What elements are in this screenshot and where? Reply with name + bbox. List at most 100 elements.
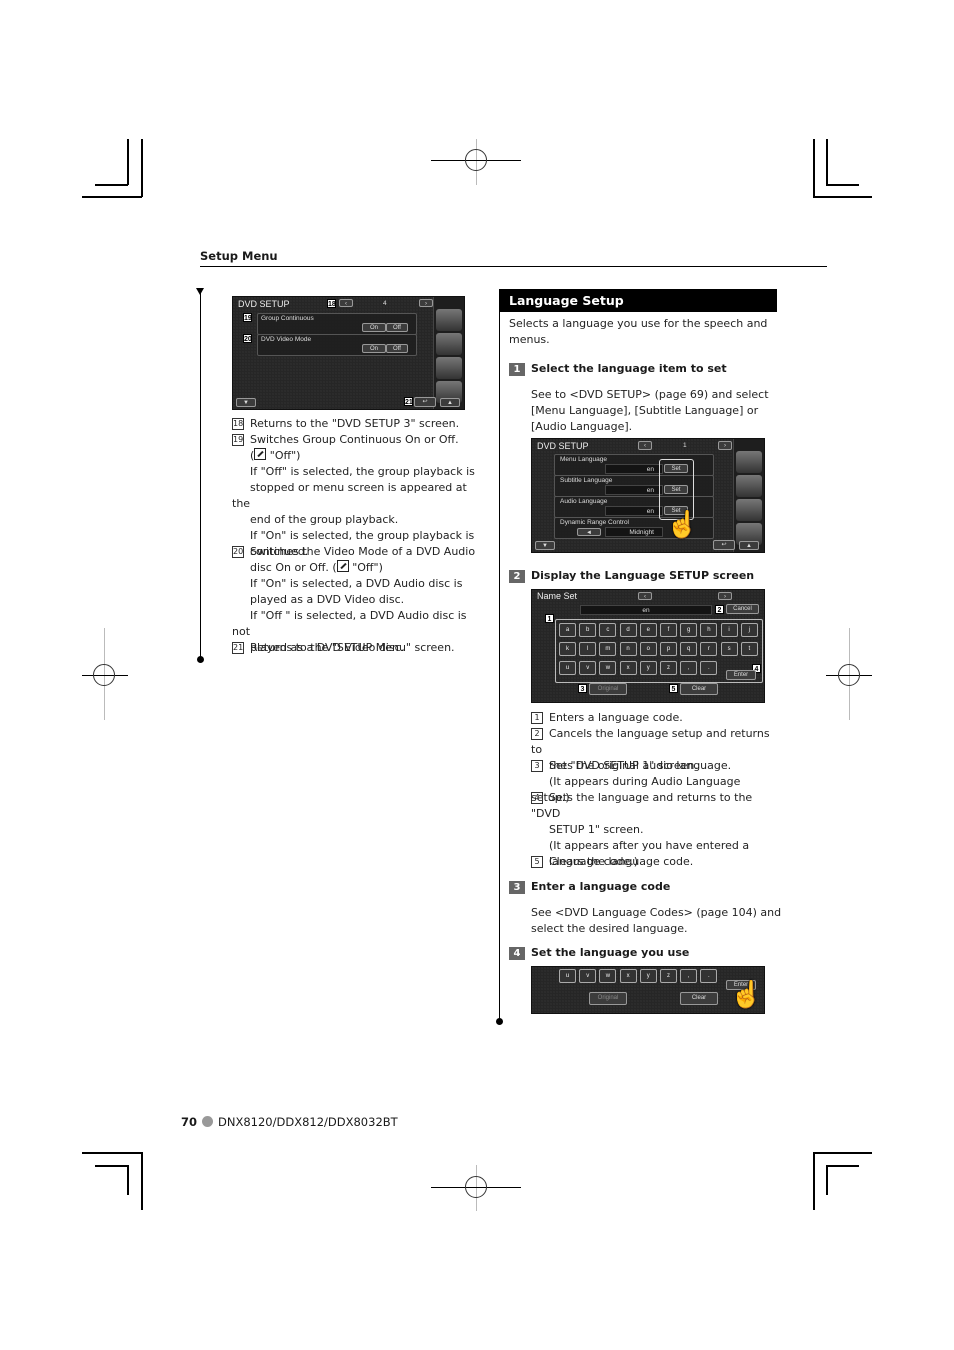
scroll-down-button[interactable]: ▼ [535, 541, 555, 550]
scroll-up-button[interactable]: ▲ [440, 398, 460, 407]
dvd-video-mode-off-button[interactable]: Off [386, 344, 408, 353]
key-y[interactable]: y [639, 661, 657, 675]
prev-page-button[interactable]: ‹ [638, 441, 652, 450]
factory-default-icon [254, 448, 267, 460]
item-19: 19 Switches Group Continuous On or Off. (… [232, 433, 475, 558]
side-panel [733, 439, 764, 552]
callout-19: 19 [243, 313, 252, 322]
key-g[interactable]: g [680, 623, 698, 637]
group-continuous-off-button[interactable]: Off [386, 323, 408, 332]
key-w[interactable]: w [599, 969, 617, 983]
key-c[interactable]: c [599, 623, 617, 637]
callout-5: 5 [669, 684, 678, 693]
callout-1: 1 [545, 614, 554, 623]
key-period[interactable]: . [700, 661, 718, 675]
scroll-down-button[interactable]: ▼ [236, 398, 256, 407]
side-icon-3[interactable] [436, 357, 462, 379]
step-3-body: See <DVD Language Codes> (page 104) and … [531, 906, 782, 935]
enter-button[interactable]: Enter [726, 670, 756, 680]
clear-button[interactable]: Clear [680, 683, 718, 695]
key-h[interactable]: h [700, 623, 718, 637]
return-button[interactable]: ↩ [414, 397, 436, 407]
key-e[interactable]: e [639, 623, 657, 637]
key-z[interactable]: z [660, 969, 677, 983]
key-s[interactable]: s [720, 642, 738, 656]
callout-2: 2 [715, 605, 724, 614]
bullet-dot-icon [202, 1116, 214, 1127]
page-footer: 70 DNX8120/DDX812/DDX8032BT [181, 1115, 398, 1129]
dvd-video-mode-on-button[interactable]: On [362, 344, 386, 353]
cancel-button[interactable]: Cancel [726, 604, 759, 614]
language-code-input[interactable]: en [580, 605, 712, 615]
key-n[interactable]: n [619, 642, 637, 656]
key-v[interactable]: v [579, 969, 597, 983]
key-j[interactable]: j [740, 623, 758, 637]
prev-page-button[interactable]: ‹ [339, 299, 353, 307]
step-2-heading: 2 Display the Language SETUP screen [509, 569, 754, 583]
next-page-button[interactable]: › [718, 592, 732, 600]
key-y[interactable]: y [639, 969, 657, 983]
intro-text: Selects a language you use for the speec… [509, 317, 768, 346]
right-column-rule [498, 289, 500, 1021]
return-button[interactable]: ↩ [713, 540, 735, 550]
screen-title: DVD SETUP [537, 441, 589, 451]
side-icon-2[interactable] [436, 333, 462, 355]
key-comma[interactable]: , [680, 969, 698, 983]
key-x[interactable]: x [619, 661, 637, 675]
key-k[interactable]: k [559, 642, 576, 656]
key-period[interactable]: . [700, 969, 718, 983]
key-v[interactable]: v [579, 661, 597, 675]
clear-button[interactable]: Clear [680, 992, 718, 1005]
dynamic-range-left-button[interactable]: ◄ [577, 528, 601, 536]
key-u[interactable]: u [559, 969, 576, 983]
key-l[interactable]: l [579, 642, 597, 656]
side-icon-1[interactable] [736, 451, 762, 473]
group-continuous-on-button[interactable]: On [362, 323, 386, 332]
page-number: 70 [181, 1115, 198, 1129]
key-d[interactable]: d [619, 623, 637, 637]
name-set-screenshot: Name Set ‹ › en 2 Cancel 1 abcdefghij kl… [531, 589, 765, 703]
step-1-heading: 1 Select the language item to set [509, 362, 727, 376]
key-w[interactable]: w [599, 661, 617, 675]
screen-title: Name Set [537, 591, 578, 601]
factory-default-icon [336, 560, 349, 572]
key-z[interactable]: z [660, 661, 677, 675]
next-page-button[interactable]: › [419, 299, 433, 307]
step-3-heading: 3 Enter a language code [509, 880, 670, 894]
key-a[interactable]: a [559, 623, 576, 637]
original-button[interactable]: Original [589, 992, 627, 1005]
key-u[interactable]: u [559, 661, 576, 675]
pointing-hand-icon: ☝ [730, 979, 763, 1009]
key-b[interactable]: b [579, 623, 597, 637]
key-p[interactable]: p [660, 642, 677, 656]
next-page-button[interactable]: › [718, 441, 732, 450]
key-f[interactable]: f [660, 623, 677, 637]
legend-1: 1 Enters a language code. [531, 710, 776, 726]
scroll-up-button[interactable]: ▲ [739, 541, 759, 550]
prev-page-button[interactable]: ‹ [638, 592, 652, 600]
dvd-video-mode-row: DVD Video Mode On Off [257, 334, 417, 356]
key-t[interactable]: t [740, 642, 758, 656]
callout-18: 18 [327, 299, 336, 308]
key-o[interactable]: o [639, 642, 657, 656]
side-panel [433, 297, 464, 409]
side-icon-1[interactable] [436, 309, 462, 331]
end-dot-icon [495, 1018, 503, 1025]
key-m[interactable]: m [599, 642, 617, 656]
key-i[interactable]: i [720, 623, 738, 637]
key-comma[interactable]: , [680, 661, 698, 675]
enter-key-screenshot: uvwxyz,. Enter Original Clear ☝ [531, 966, 765, 1014]
model-names: DNX8120/DDX812/DDX8032BT [218, 1115, 398, 1129]
page-number: 4 [383, 300, 387, 307]
dvd-setup-1-screenshot: DVD SETUP ‹ 1 › Menu Language en Set Sub… [531, 438, 765, 553]
key-r[interactable]: r [700, 642, 718, 656]
side-icon-2[interactable] [736, 475, 762, 497]
side-icon-3[interactable] [736, 499, 762, 521]
dvd-setup-4-screenshot: DVD SETUP ‹ 4 › 18 Group Continuous On O… [232, 296, 465, 410]
original-button[interactable]: Original [589, 683, 627, 695]
key-q[interactable]: q [680, 642, 698, 656]
language-setup-title: Language Setup [499, 289, 777, 312]
key-x[interactable]: x [619, 969, 637, 983]
section-header: Setup Menu [200, 249, 278, 263]
step-1-body: See to <DVD SETUP> (page 69) and select … [531, 388, 769, 433]
